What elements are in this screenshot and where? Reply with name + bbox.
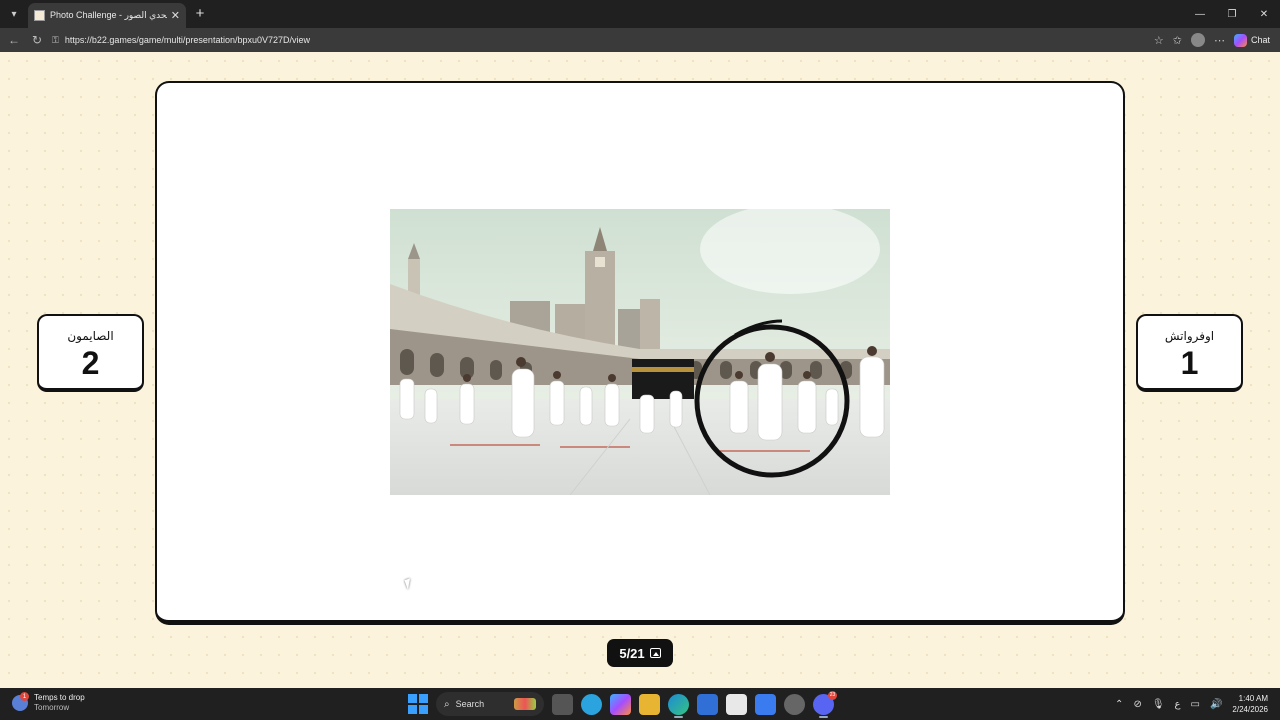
team-name-right: اوفرواتش xyxy=(1164,329,1215,343)
close-window-button[interactable]: ✕ xyxy=(1248,0,1280,28)
battery-icon[interactable]: ▭ xyxy=(1191,699,1200,710)
store-icon[interactable] xyxy=(726,693,747,715)
new-tab-button[interactable]: + xyxy=(192,5,208,22)
discord-icon[interactable]: 23 xyxy=(813,690,837,718)
team-score-card-right: اوفرواتش 1 xyxy=(1136,314,1243,392)
team-score-left: 2 xyxy=(81,345,100,381)
favorites-icon[interactable]: ✩ xyxy=(1173,34,1182,47)
slide-counter-text: 5/21 xyxy=(619,645,645,661)
browser-tab-active[interactable]: Photo Challenge - لعبة تحدي الصور ✕ xyxy=(28,3,186,28)
weather-widget[interactable]: 1 Temps to drop Tomorrow xyxy=(12,692,85,713)
url-text[interactable]: https://b22.games/game/multi/presentatio… xyxy=(65,35,310,45)
browser-toolbar: ← ↻ ⚿ https://b22.games/game/multi/prese… xyxy=(0,28,1280,52)
weather-subtitle: Tomorrow xyxy=(34,703,70,712)
tab-actions-menu-icon[interactable]: ▾ xyxy=(4,4,24,24)
team-score-card-left: الصايمون 2 xyxy=(37,314,144,392)
file-explorer-icon[interactable] xyxy=(639,693,660,715)
edge-browser-icon[interactable] xyxy=(668,693,689,718)
clock-date: 2/24/2026 xyxy=(1232,705,1268,714)
telegram-icon[interactable] xyxy=(581,693,602,715)
image-icon xyxy=(649,648,661,658)
maximize-button[interactable]: ❐ xyxy=(1216,0,1248,28)
microphone-icon[interactable]: 🎙 xyxy=(1152,699,1165,710)
site-info-icon[interactable]: ⚿ xyxy=(52,35,59,46)
mail-icon[interactable] xyxy=(697,693,718,715)
page-viewport: الصايمون 2 اوفرواتش 1 5/21 xyxy=(0,52,1280,688)
presentation-card xyxy=(155,81,1125,625)
system-tray: ⌃ ⊘ 🎙 ع ▭ 🔊 1:40 AM 2/24/2026 xyxy=(1115,691,1268,717)
clock-time: 1:40 AM xyxy=(1238,694,1268,703)
volume-icon[interactable]: 🔊 xyxy=(1210,699,1222,710)
tab-close-icon[interactable]: ✕ xyxy=(171,9,180,22)
browser-tab-bar: ▾ Photo Challenge - لعبة تحدي الصور ✕ + … xyxy=(0,0,1280,28)
weather-badge: 1 xyxy=(20,692,29,701)
toolbar-actions: ☆ ✩ ⋯ Chat xyxy=(1154,31,1270,49)
favorite-star-icon[interactable]: ☆ xyxy=(1154,34,1164,47)
back-arrow-icon[interactable]: ← xyxy=(6,32,22,48)
copilot-app-icon[interactable] xyxy=(610,693,631,715)
taskbar-clock[interactable]: 1:40 AM 2/24/2026 xyxy=(1232,693,1268,715)
task-view-icon[interactable] xyxy=(552,693,573,715)
minimize-button[interactable]: — xyxy=(1184,0,1216,28)
weather-title: Temps to drop xyxy=(34,693,85,702)
todo-icon[interactable] xyxy=(755,693,776,715)
team-name-left: الصايمون xyxy=(67,329,114,343)
windows-taskbar: 1 Temps to drop Tomorrow ⌕ Search 23 ⌃ ⊘… xyxy=(0,688,1280,720)
slide-counter[interactable]: 5/21 xyxy=(607,639,673,667)
start-button[interactable] xyxy=(408,694,428,714)
taskbar-apps: ⌕ Search 23 xyxy=(408,690,837,718)
challenge-photo[interactable] xyxy=(390,209,890,495)
tab-title: Photo Challenge - لعبة تحدي الصور xyxy=(50,10,167,20)
team-score-right: 1 xyxy=(1180,345,1199,381)
discord-badge: 23 xyxy=(828,690,837,700)
network-off-icon[interactable]: ⊘ xyxy=(1133,699,1141,710)
copilot-chat-button[interactable]: Chat xyxy=(1233,33,1270,47)
weather-icon: 1 xyxy=(12,692,29,711)
address-bar[interactable]: ⚿ https://b22.games/game/multi/presentat… xyxy=(52,31,1132,49)
taskbar-search[interactable]: ⌕ Search xyxy=(436,692,544,716)
refresh-icon[interactable]: ↻ xyxy=(29,32,45,48)
search-highlight-icon xyxy=(514,698,536,710)
window-controls: — ❐ ✕ xyxy=(1184,0,1280,28)
search-icon: ⌕ xyxy=(444,698,450,710)
settings-gear-icon[interactable] xyxy=(784,693,805,715)
site-favicon-icon xyxy=(34,10,45,21)
search-placeholder: Search xyxy=(455,699,485,709)
chevron-up-icon[interactable]: ⌃ xyxy=(1115,699,1123,710)
copilot-label: Chat xyxy=(1250,35,1270,45)
copilot-icon xyxy=(1233,33,1247,47)
profile-avatar[interactable] xyxy=(1190,33,1205,47)
language-indicator[interactable]: ع xyxy=(1175,699,1181,710)
more-options-icon[interactable]: ⋯ xyxy=(1214,34,1225,47)
kaaba-photo-illustration xyxy=(390,209,890,495)
